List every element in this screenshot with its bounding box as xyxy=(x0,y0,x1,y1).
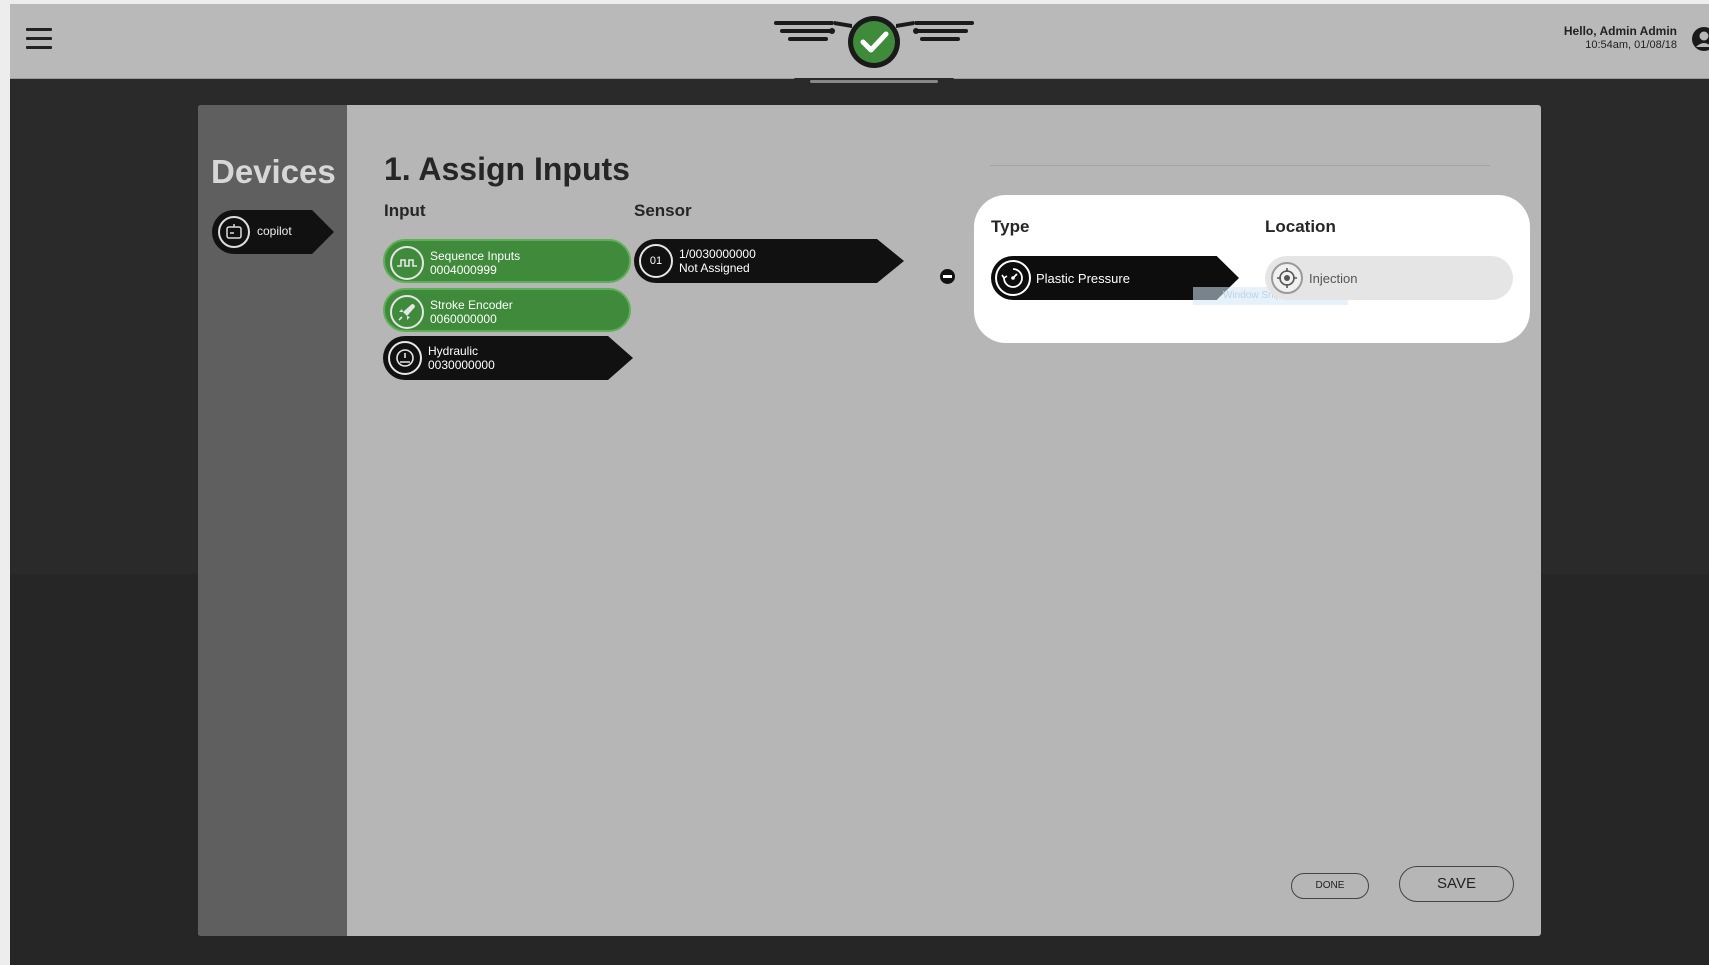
title-divider xyxy=(990,165,1490,166)
sidebar-item-label: copilot xyxy=(257,224,292,238)
location-column-header: Location xyxy=(1265,217,1336,236)
sensor-number-badge: 01 xyxy=(639,244,673,278)
type-label: Plastic Pressure xyxy=(1036,271,1130,286)
device-icon xyxy=(218,216,250,248)
user-icon[interactable] xyxy=(1691,26,1709,52)
input-code: 0004000999 xyxy=(430,263,497,277)
page-title: 1. Assign Inputs xyxy=(384,151,630,187)
input-column-header: Input xyxy=(384,201,426,220)
sensor-item[interactable]: 01 1/0030000000 Not Assigned xyxy=(634,239,904,283)
sensor-id: 1/0030000000 xyxy=(679,247,756,261)
user-greeting: Hello, Admin Admin 10:54am, 01/08/18 xyxy=(1564,24,1677,53)
greeting-text: Hello, Admin Admin xyxy=(1563,24,1677,38)
sidebar-title: Devices xyxy=(211,153,336,190)
sidebar-item-copilot[interactable]: copilot xyxy=(212,210,334,254)
sensor-column-header: Sensor xyxy=(634,201,692,220)
location-label: Injection xyxy=(1309,271,1358,286)
input-name: Sequence Inputs xyxy=(430,249,521,263)
save-button[interactable]: SAVE xyxy=(1399,866,1514,902)
pressure-gauge-icon xyxy=(995,260,1031,296)
top-bar: Hello, Admin Admin 10:54am, 01/08/18 xyxy=(10,4,1709,90)
type-location-panel: Type Location Plastic Pressure Window Sn… xyxy=(974,195,1530,343)
winged-checkmark-logo xyxy=(774,16,974,90)
devices-card: Devices copilot 1. Assign Inputs Input S… xyxy=(198,105,1541,936)
timestamp: 10:54am, 01/08/18 xyxy=(1585,39,1677,51)
input-code: 0030000000 xyxy=(428,358,495,372)
input-name: Stroke Encoder xyxy=(430,298,513,312)
gauge-icon xyxy=(388,341,422,375)
location-injection[interactable]: Injection xyxy=(1265,256,1513,300)
input-item-hydraulic[interactable]: Hydraulic 0030000000 xyxy=(383,336,633,380)
target-icon xyxy=(1271,262,1303,294)
app-frame: Hello, Admin Admin 10:54am, 01/08/18 Dev… xyxy=(10,4,1709,965)
hamburger-icon[interactable] xyxy=(26,28,52,52)
pulse-wave-icon xyxy=(390,246,424,280)
input-name: Hydraulic xyxy=(428,344,479,358)
input-item-stroke-encoder[interactable]: Stroke Encoder 0060000000 xyxy=(383,288,631,332)
remove-sensor-icon[interactable] xyxy=(940,269,955,284)
done-button[interactable]: DONE xyxy=(1291,873,1369,899)
input-code: 0060000000 xyxy=(430,312,497,326)
type-column-header: Type xyxy=(991,217,1030,236)
sensor-status: Not Assigned xyxy=(679,261,750,275)
devices-sidebar: Devices copilot xyxy=(198,105,347,936)
sensor-number: 01 xyxy=(649,255,663,267)
input-item-sequence-inputs[interactable]: Sequence Inputs 0004000999 xyxy=(383,239,631,283)
rocket-icon xyxy=(390,295,424,329)
